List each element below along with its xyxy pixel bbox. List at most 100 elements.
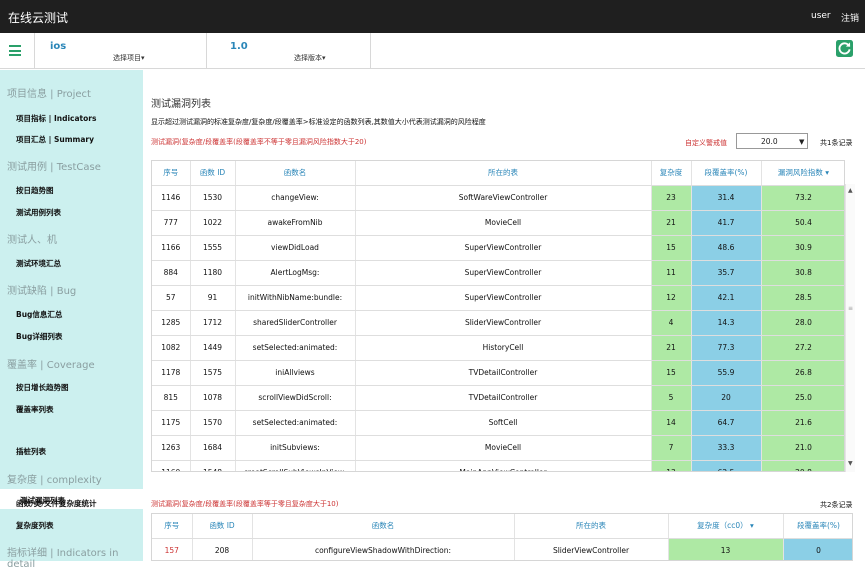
table-cell: changeView:: [235, 185, 356, 211]
table-row[interactable]: 1146 1530 changeView: SoftWareViewControlle…: [152, 185, 844, 211]
table-cell: creatScrollSubViewsInView:: [235, 460, 356, 471]
sidebar-item-bug-detail[interactable]: Bug详细列表: [16, 331, 62, 342]
table-cell: 5: [651, 385, 692, 411]
sidebar-item-env-summary[interactable]: 测试环境汇总: [16, 258, 61, 269]
refresh-icon[interactable]: [836, 40, 853, 57]
sidebar-item-growth-trend[interactable]: 按日增长趋势图: [16, 382, 69, 393]
sidebar: 项目信息 | Project 项目指标 | Indicators 项目汇总 | …: [0, 70, 143, 570]
table-row[interactable]: 1263 1684 initSubviews: MovieCell 7 33.3 21.0: [152, 435, 844, 461]
table-cell: SliderViewController: [514, 538, 669, 560]
sidebar-item-coverage-list[interactable]: 覆盖率列表: [16, 404, 54, 415]
scroll-thumb-grip[interactable]: ≡: [848, 305, 853, 312]
sidebar-item-testcase-list[interactable]: 测试用例列表: [16, 207, 61, 218]
table-cell: 15: [651, 360, 692, 386]
table-cell: initSubviews:: [235, 435, 356, 461]
table-cell: 1530: [190, 185, 236, 211]
table-cell: 884: [152, 260, 191, 286]
table-cell: 26.8: [761, 360, 844, 386]
table-row[interactable]: 777 1022 awakeFromNib MovieCell 21 41.7 50.4: [152, 210, 844, 236]
table-cell: 1263: [152, 435, 191, 461]
table-cell: 31.4: [691, 185, 762, 211]
column-header[interactable]: 复杂度（cc0） ▾: [668, 514, 784, 539]
page-title: 测试漏洞列表: [151, 99, 211, 110]
sidebar-section-people-machine: 测试人、机: [7, 235, 57, 246]
divider: [370, 33, 371, 69]
table-cell: 27.2: [761, 335, 844, 361]
sidebar-item-daily-trend[interactable]: 按日趋势图: [16, 185, 54, 196]
table-cell: 41.7: [691, 210, 762, 236]
table-row[interactable]: 884 1180 AlertLogMsg: SuperViewController 11…: [152, 260, 844, 286]
table-cell: 157: [152, 538, 193, 560]
sidebar-item-indicators[interactable]: 项目指标 | Indicators: [16, 113, 96, 124]
project-name: ios: [50, 41, 67, 52]
logout-link[interactable]: 注销: [841, 11, 859, 24]
table-cell: awakeFromNib: [235, 210, 356, 236]
menu-icon[interactable]: [9, 45, 21, 56]
sidebar-section-project: 项目信息 | Project: [7, 89, 91, 100]
vulnerability-table: 序号 函数 ID 函数名 所在的表 复杂度 段覆盖率(%) 漏洞风险指数 ▾ 1146 153…: [151, 160, 845, 472]
table-cell: 21.0: [761, 435, 844, 461]
scroll-down-icon[interactable]: ▼: [848, 460, 853, 467]
table-cell: SliderViewController: [355, 310, 652, 336]
table-cell: 11: [651, 260, 692, 286]
table-cell: 1548: [190, 460, 236, 471]
table-row[interactable]: 57 91 initWithNibName:bundle: SuperViewCont…: [152, 285, 844, 311]
table-cell: 777: [152, 210, 191, 236]
column-header[interactable]: 漏洞风险指数 ▾: [761, 161, 844, 186]
table-cell: 1575: [190, 360, 236, 386]
table-cell: 1166: [152, 235, 191, 261]
table-scrollbar[interactable]: ▲ ≡ ▼: [845, 184, 855, 472]
table-cell: SuperViewController: [355, 235, 652, 261]
table-row[interactable]: 11601548creatScrollSubViewsInView:MainAp…: [152, 460, 844, 471]
sidebar-section-coverage: 覆盖率 | Coverage: [7, 360, 95, 371]
table-cell: HistoryCell: [355, 335, 652, 361]
scroll-up-icon[interactable]: ▲: [848, 187, 853, 194]
sidebar-item-complexity-stats[interactable]: 函数/类/文件复杂度统计: [16, 498, 96, 509]
table-cell: iniAllviews: [235, 360, 356, 386]
table-row[interactable]: 1166 1555 viewDidLoad SuperViewController 15…: [152, 235, 844, 261]
table-cell: SoftWareViewController: [355, 185, 652, 211]
divider: [206, 33, 207, 69]
sidebar-section-indicators-detail: 指标详细 | Indicators in detail: [7, 548, 119, 570]
table-cell: 21: [651, 210, 692, 236]
table-cell: 1078: [190, 385, 236, 411]
sidebar-item-complexity-list[interactable]: 复杂度列表: [16, 520, 54, 531]
column-header[interactable]: 段覆盖率(%): [783, 514, 852, 539]
table-cell: 1175: [152, 410, 191, 436]
table-cell: 77.3: [691, 335, 762, 361]
table-cell: 208: [192, 538, 253, 560]
table-cell: 15: [651, 235, 692, 261]
table-cell: 1555: [190, 235, 236, 261]
table-cell: MainAppViewController: [355, 460, 652, 471]
table-cell: 1178: [152, 360, 191, 386]
table-cell: scrollViewDidScroll:: [235, 385, 356, 411]
table-row[interactable]: 1178 1575 iniAllviews TVDetailController 15 5…: [152, 360, 844, 386]
sidebar-item-instrument-list[interactable]: 插桩列表: [16, 446, 46, 457]
table-cell: 20.8: [761, 460, 844, 471]
table-cell: SoftCell: [355, 410, 652, 436]
sidebar-item-summary[interactable]: 项目汇总 | Summary: [16, 134, 94, 145]
table-row[interactable]: 1175 1570 setSelected:animated: SoftCell 14 6…: [152, 410, 844, 436]
record-count: 共1条记录: [820, 139, 853, 147]
project-select[interactable]: 选择项目▾: [113, 53, 145, 63]
table-header-row: 序号 函数 ID 函数名 所在的表 复杂度（cc0） ▾ 段覆盖率(%): [152, 514, 852, 539]
table-row[interactable]: 157 208 configureViewShadowWithDirection: S…: [152, 538, 852, 560]
sidebar-item-bug-summary[interactable]: Bug信息汇总: [16, 309, 62, 320]
table-row[interactable]: 1082 1449 setSelected:animated: HistoryCell…: [152, 335, 844, 361]
column-header[interactable]: 段覆盖率(%): [691, 161, 762, 186]
column-header[interactable]: 复杂度: [651, 161, 692, 186]
table-cell: 14: [651, 410, 692, 436]
table-cell: 30.8: [761, 260, 844, 286]
table-row[interactable]: 815 1078 scrollViewDidScroll: TVDetailContr…: [152, 385, 844, 411]
table-cell: 0: [783, 538, 852, 560]
user-link[interactable]: user: [811, 11, 831, 21]
table-cell: 1684: [190, 435, 236, 461]
table-cell: 33.3: [691, 435, 762, 461]
table-row[interactable]: 1285 1712 sharedSliderController SliderView…: [152, 310, 844, 336]
sidebar-section-complexity: 复杂度 | complexity: [7, 475, 102, 486]
threshold-select[interactable]: 20.0 ▼: [736, 133, 808, 149]
table-cell: MovieCell: [355, 435, 652, 461]
table-cell: 21: [651, 335, 692, 361]
version-select[interactable]: 选择版本▾: [294, 53, 326, 63]
table-cell: 28.5: [761, 285, 844, 311]
